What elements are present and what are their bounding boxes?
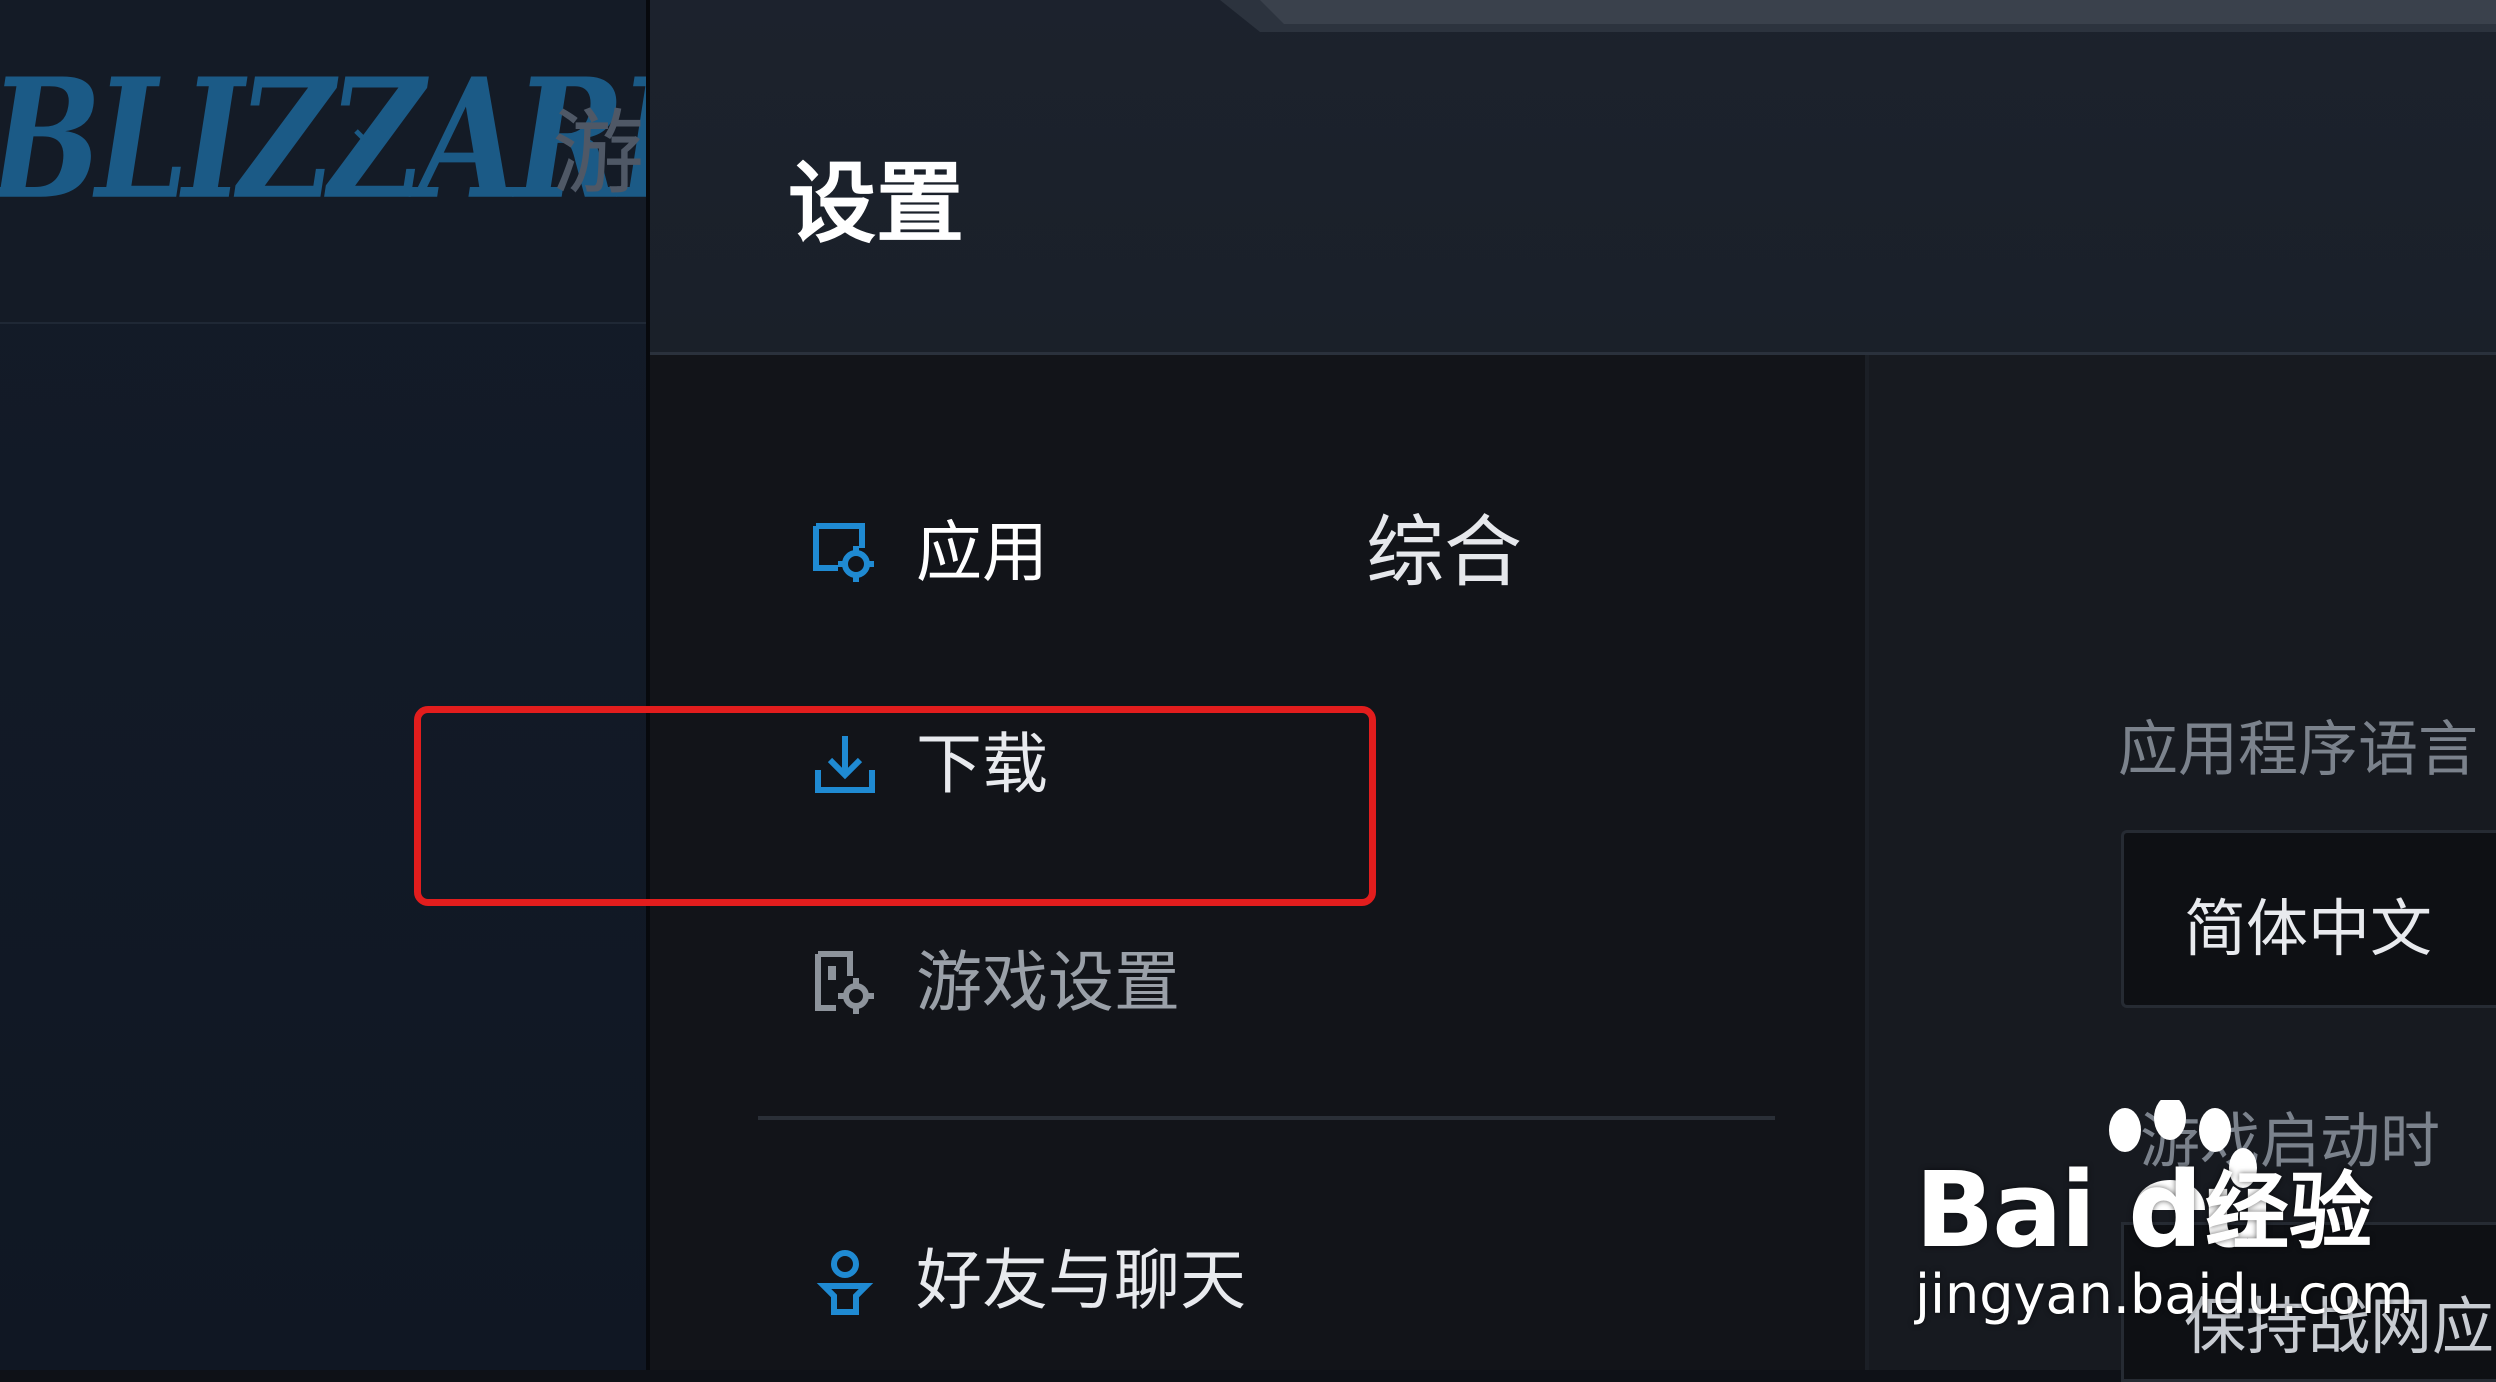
nav-item-label: 应用 — [916, 514, 1048, 591]
monitor-gear-icon — [813, 523, 874, 582]
background-nav-item: 游 — [552, 100, 645, 207]
watermark-product: 经验 — [2205, 1163, 2374, 1261]
nav-item-friends-chat[interactable]: 好友与聊天 — [810, 1246, 1246, 1316]
settings-title: 设置 — [788, 152, 965, 255]
nav-divider — [758, 1116, 1775, 1120]
nav-item-label: 游戏设置 — [916, 944, 1180, 1021]
friend-icon — [816, 1250, 874, 1315]
game-gear-icon — [815, 951, 874, 1014]
language-select-value: 简体中文 — [2184, 892, 2433, 965]
background-app: BLIZZARD 游 — [0, 0, 733, 1370]
nav-item-app[interactable]: 应用 — [810, 518, 1048, 588]
language-label: 应用程序语言 — [2118, 715, 2478, 785]
highlight-annotation — [414, 706, 1376, 906]
watermark-url: jingyan.baidu.com — [1915, 1263, 2414, 1326]
header-accent-bar-inner — [1260, 0, 2496, 24]
settings-header: 设置 — [650, 0, 2496, 355]
chevron-down-icon[interactable] — [352, 120, 386, 154]
nav-item-label: 好友与聊天 — [916, 1242, 1246, 1319]
nav-item-game-settings[interactable]: 游戏设置 — [810, 948, 1180, 1018]
baidu-watermark: Bai du 经验 jingyan.baidu.com — [1915, 1100, 2475, 1340]
section-title-general: 综合 — [1366, 508, 1523, 598]
background-topbar: BLIZZARD 游 — [0, 0, 733, 324]
